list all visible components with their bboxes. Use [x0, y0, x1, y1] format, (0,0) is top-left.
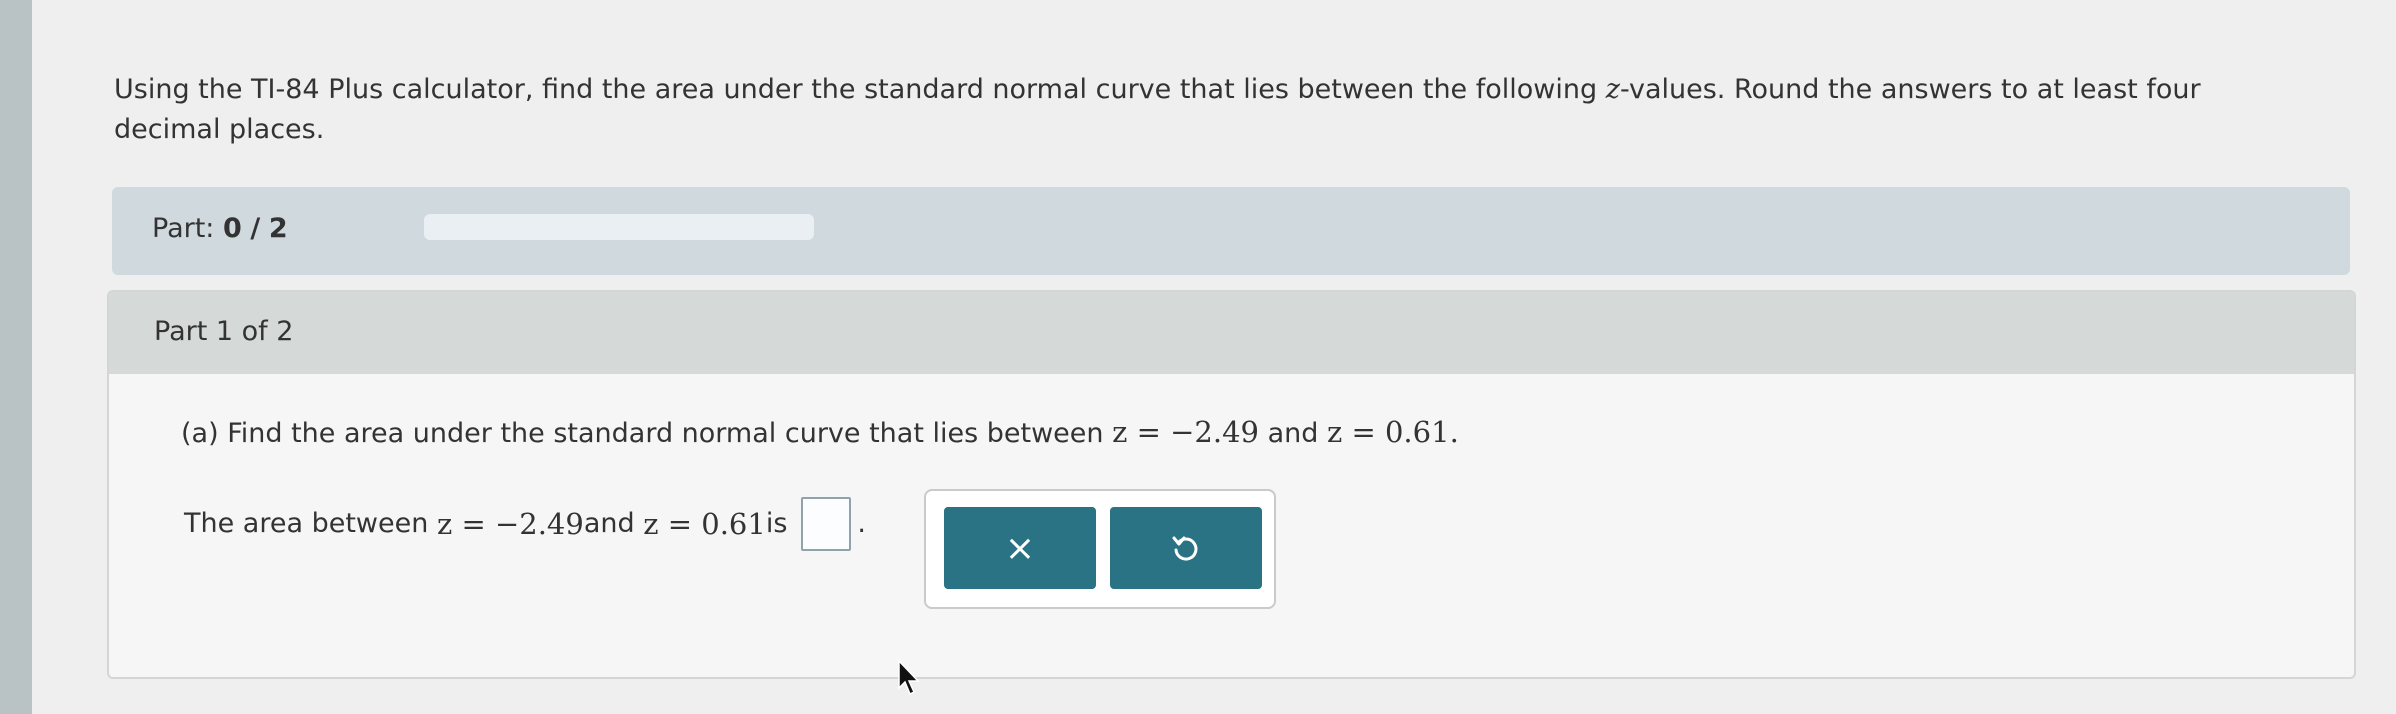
- question-text-before: Using the TI-84 Plus calculator, find th…: [114, 74, 1606, 105]
- part-progress-label: Part: 0 / 2: [152, 213, 288, 244]
- part-progress-bar: Part: 0 / 2: [112, 187, 2350, 275]
- part-card: Part 1 of 2 (a) Find the area under the …: [107, 290, 2356, 679]
- undo-icon: [1172, 536, 1198, 561]
- mouse-cursor-icon: [898, 660, 920, 696]
- page: Using the TI-84 Plus calculator, find th…: [32, 0, 2396, 714]
- part-progress-current: 0: [223, 213, 242, 244]
- undo-button[interactable]: [1110, 507, 1262, 589]
- question-variable: z: [1605, 74, 1620, 105]
- progress-track: [424, 214, 814, 240]
- part-progress-total: 2: [268, 213, 288, 244]
- part-header-title: Part 1 of 2: [154, 316, 294, 347]
- answer-line: The area between z = −2.49 and z = 0.61 …: [184, 497, 866, 551]
- z-value-1: z = −2.49: [1112, 415, 1259, 449]
- part-header: Part 1 of 2: [109, 292, 2354, 374]
- close-icon: ×: [1004, 527, 1036, 569]
- answer-tools-panel: ×: [924, 489, 1276, 609]
- part-question: (a) Find the area under the standard nor…: [181, 415, 1459, 449]
- answer-input[interactable]: [801, 497, 852, 551]
- question-text: Using the TI-84 Plus calculator, find th…: [114, 70, 2294, 150]
- z-value-2: z = 0.61: [1326, 415, 1450, 449]
- clear-button[interactable]: ×: [944, 507, 1096, 589]
- left-edge-strip: [0, 0, 32, 714]
